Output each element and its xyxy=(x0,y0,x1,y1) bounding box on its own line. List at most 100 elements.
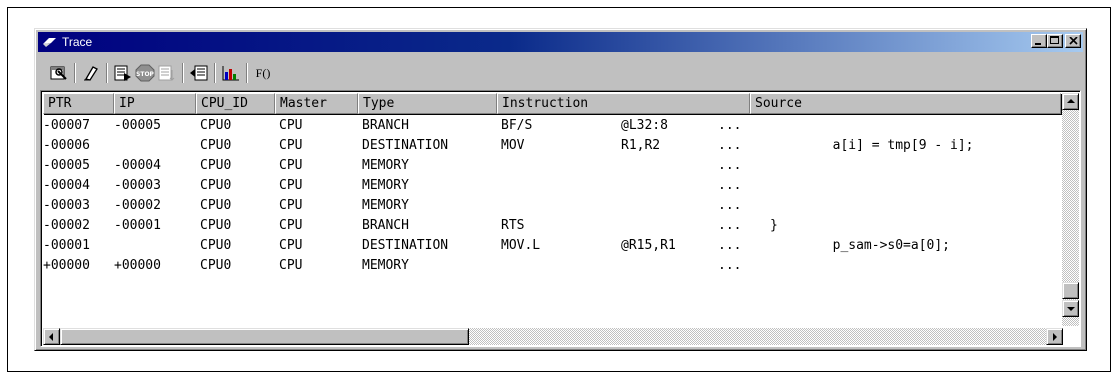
column-header-type[interactable]: Type xyxy=(358,93,497,114)
cell-more: ... xyxy=(718,138,742,153)
maximize-button[interactable] xyxy=(1047,34,1063,48)
cell-ptr: -00005 xyxy=(43,158,90,173)
arrow-left-icon xyxy=(49,333,53,341)
cell-mnemonic: MOV xyxy=(501,138,525,153)
cell-more: ... xyxy=(718,238,742,253)
table-row[interactable]: -00003 -00002 CPU0 CPU MEMORY... xyxy=(43,196,1061,216)
column-header-row: PTR IP CPU_ID Master Type Instruction So… xyxy=(43,93,1061,114)
cell-type: BRANCH xyxy=(362,218,409,233)
cell-master: CPU xyxy=(279,218,303,233)
cell-ip: -00005 xyxy=(114,118,161,133)
cell-type: MEMORY xyxy=(362,158,409,173)
scroll-down-button[interactable] xyxy=(1062,300,1079,317)
trace-window: Trace STOP F() PTR IP CPU_ID Master Type… xyxy=(34,28,1087,351)
scroll-up-button[interactable] xyxy=(1062,93,1079,110)
cell-more: ... xyxy=(718,198,742,213)
cell-more: ... xyxy=(718,258,742,273)
table-row[interactable]: +00000 +00000 CPU0 CPU MEMORY... xyxy=(43,256,1061,276)
properties-button[interactable] xyxy=(48,62,70,84)
cell-operand: R1,R2 xyxy=(621,138,661,153)
cell-ptr: -00003 xyxy=(43,198,90,213)
cell-master: CPU xyxy=(279,178,303,193)
column-header-instruction[interactable]: Instruction xyxy=(497,93,750,114)
cell-cpu-id: CPU0 xyxy=(200,118,232,133)
trace-window-icon xyxy=(43,38,56,47)
close-button[interactable] xyxy=(1065,34,1081,48)
horizontal-scroll-thumb[interactable] xyxy=(60,328,469,345)
column-header-cpu-id[interactable]: CPU_ID xyxy=(196,93,275,114)
clear-button[interactable] xyxy=(80,62,102,84)
cell-cpu-id: CPU0 xyxy=(200,138,232,153)
scroll-left-button[interactable] xyxy=(43,328,60,345)
cell-master: CPU xyxy=(279,198,303,213)
arrow-right-icon xyxy=(1053,333,1057,341)
cell-mnemonic: BF/S xyxy=(501,118,533,133)
cell-mnemonic: RTS xyxy=(501,218,525,233)
minimize-button[interactable] xyxy=(1031,34,1047,48)
arrow-up-icon xyxy=(1067,99,1075,103)
cell-source: } xyxy=(770,218,778,233)
statistics-chart-icon xyxy=(222,66,239,81)
cell-cpu-id: CPU0 xyxy=(200,218,232,233)
cell-cpu-id: CPU0 xyxy=(200,258,232,273)
stop-icon: STOP xyxy=(135,64,155,82)
cell-master: CPU xyxy=(279,258,303,273)
window-title: Trace xyxy=(62,35,93,49)
statistics-button[interactable] xyxy=(220,62,242,84)
table-row[interactable]: -00005 -00004 CPU0 CPU MEMORY... xyxy=(43,156,1061,176)
table-row[interactable]: -00004 -00003 CPU0 CPU MEMORY... xyxy=(43,176,1061,196)
column-header-ptr[interactable]: PTR xyxy=(43,93,114,114)
title-bar[interactable]: Trace xyxy=(38,32,1083,52)
close-icon xyxy=(1069,37,1078,45)
cell-ip: -00004 xyxy=(114,158,161,173)
cell-master: CPU xyxy=(279,118,303,133)
trace-rows: -00007 -00005 CPU0 CPU BRANCH BF/S @L32:8... -0… xyxy=(43,116,1061,276)
stop-button[interactable]: STOP xyxy=(134,62,156,84)
cell-mnemonic: MOV.L xyxy=(501,238,541,253)
trace-start-icon xyxy=(114,65,131,81)
trace-step-button[interactable] xyxy=(156,62,178,84)
cell-ip: -00001 xyxy=(114,218,161,233)
trace-start-button[interactable] xyxy=(112,62,134,84)
cell-type: DESTINATION xyxy=(362,238,449,253)
cell-more: ... xyxy=(718,158,742,173)
cell-type: MEMORY xyxy=(362,258,409,273)
cell-more: ... xyxy=(718,178,742,193)
table-row[interactable]: -00007 -00005 CPU0 CPU BRANCH BF/S @L32:8... xyxy=(43,116,1061,136)
scroll-thumb[interactable] xyxy=(1062,282,1079,299)
trace-list-panel: PTR IP CPU_ID Master Type Instruction So… xyxy=(40,90,1081,347)
cell-ptr: -00006 xyxy=(43,138,90,153)
table-row[interactable]: -00006 CPU0 CPU DESTINATION MOV R1,R2... a[i]… xyxy=(43,136,1061,156)
cell-more: ... xyxy=(718,118,742,133)
vertical-scrollbar[interactable] xyxy=(1062,93,1079,326)
cell-cpu-id: CPU0 xyxy=(200,198,232,213)
table-row[interactable]: -00001 CPU0 CPU DESTINATION MOV.L @R15,R1... … xyxy=(43,236,1061,256)
trace-save-button[interactable] xyxy=(188,62,210,84)
column-header-master[interactable]: Master xyxy=(275,93,358,114)
cell-cpu-id: CPU0 xyxy=(200,158,232,173)
cell-cpu-id: CPU0 xyxy=(200,178,232,193)
cell-ip: -00002 xyxy=(114,198,161,213)
cell-ptr: -00002 xyxy=(43,218,90,233)
cell-type: MEMORY xyxy=(362,178,409,193)
cell-master: CPU xyxy=(279,138,303,153)
cell-ptr: -00007 xyxy=(43,118,90,133)
cell-type: MEMORY xyxy=(362,198,409,213)
scroll-right-button[interactable] xyxy=(1046,328,1063,345)
horizontal-scrollbar[interactable] xyxy=(43,328,1063,345)
cell-ptr: -00001 xyxy=(43,238,90,253)
cell-ip: +00000 xyxy=(114,258,161,273)
cell-type: BRANCH xyxy=(362,118,409,133)
cell-master: CPU xyxy=(279,238,303,253)
table-row[interactable]: -00002 -00001 CPU0 CPU BRANCH RTS...} xyxy=(43,216,1061,236)
toolbar: STOP F() xyxy=(40,56,1081,88)
column-header-ip[interactable]: IP xyxy=(114,93,196,114)
eraser-icon xyxy=(84,66,98,81)
trace-step-icon xyxy=(158,65,175,81)
column-header-source[interactable]: Source xyxy=(750,93,1061,114)
function-button[interactable]: F() xyxy=(252,62,274,84)
stop-icon-label: STOP xyxy=(136,71,155,78)
properties-icon xyxy=(50,66,67,80)
cell-more: ... xyxy=(718,218,742,233)
cell-ptr: -00004 xyxy=(43,178,90,193)
